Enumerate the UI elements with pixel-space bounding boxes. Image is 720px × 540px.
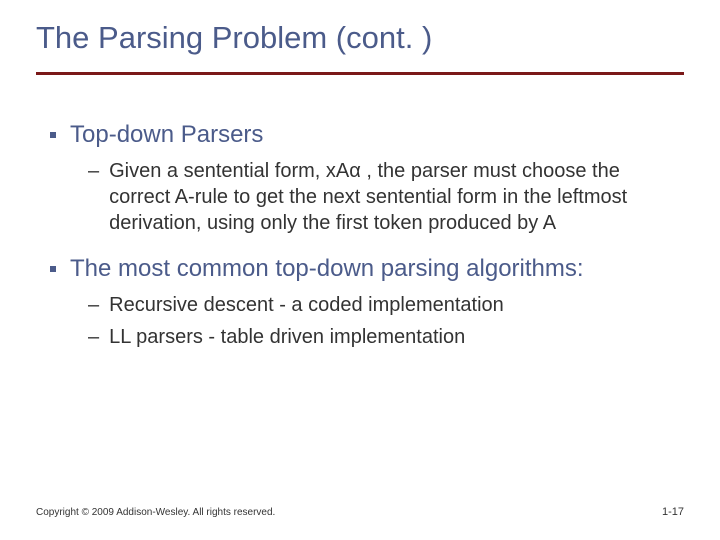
bullet-subtext: Given a sentential form, xAα , the parse… [109, 158, 670, 236]
bullet-text: Top-down Parsers [70, 120, 263, 150]
bullet-group: Top-down Parsers – Given a sentential fo… [50, 120, 670, 236]
bullet-level2: – LL parsers - table driven implementati… [88, 324, 670, 350]
bullet-level1: The most common top-down parsing algorit… [50, 254, 670, 284]
slide-body: Top-down Parsers – Given a sentential fo… [50, 120, 670, 368]
bullet-subtext: LL parsers - table driven implementation [109, 324, 465, 350]
slide: The Parsing Problem (cont. ) Top-down Pa… [0, 0, 720, 540]
bullet-dot-icon [50, 266, 56, 272]
bullet-dash-icon: – [88, 292, 99, 318]
bullet-level2: – Recursive descent - a coded implementa… [88, 292, 670, 318]
footer-copyright: Copyright © 2009 Addison-Wesley. All rig… [36, 507, 275, 518]
footer-page-number: 1-17 [662, 506, 684, 518]
bullet-dot-icon [50, 132, 56, 138]
title-underline [36, 72, 684, 75]
bullet-text: The most common top-down parsing algorit… [70, 254, 584, 284]
bullet-group: The most common top-down parsing algorit… [50, 254, 670, 350]
bullet-level2: – Given a sentential form, xAα , the par… [88, 158, 670, 236]
bullet-dash-icon: – [88, 324, 99, 350]
slide-title: The Parsing Problem (cont. ) [36, 20, 432, 56]
bullet-subtext: Recursive descent - a coded implementati… [109, 292, 504, 318]
bullet-level1: Top-down Parsers [50, 120, 670, 150]
bullet-dash-icon: – [88, 158, 99, 184]
